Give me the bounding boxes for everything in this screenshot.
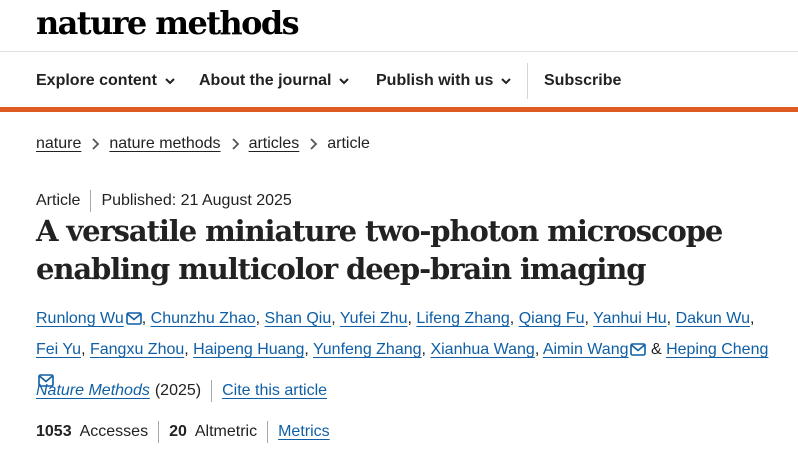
author-link[interactable]: Haipeng Huang bbox=[193, 341, 304, 358]
author-separator: , bbox=[184, 341, 189, 358]
author-link[interactable]: Aimin Wang bbox=[543, 341, 629, 358]
mail-icon[interactable] bbox=[125, 312, 142, 325]
author-link[interactable]: Yunfeng Zhang bbox=[313, 341, 422, 358]
chevron-right-icon bbox=[92, 138, 100, 150]
published-date: Published: 21 August 2025 bbox=[101, 192, 292, 209]
nav-subscribe-label: Subscribe bbox=[544, 72, 622, 89]
author-separator: , bbox=[749, 310, 755, 327]
article-type: Article bbox=[36, 192, 81, 209]
chevron-down-icon bbox=[501, 78, 512, 85]
journal-link[interactable]: Nature Methods bbox=[36, 382, 150, 400]
metrics-divider bbox=[158, 421, 160, 443]
journal-logo[interactable]: nature methods bbox=[36, 4, 300, 42]
mail-icon[interactable] bbox=[630, 343, 647, 356]
author-link[interactable]: Lifeng Zhang bbox=[416, 310, 509, 327]
accesses-count: 1053 bbox=[36, 423, 72, 440]
author-conjunction: & bbox=[650, 341, 662, 358]
author-separator: , bbox=[407, 310, 412, 327]
nav-explore-content[interactable]: Explore content bbox=[36, 72, 177, 90]
author-separator: , bbox=[666, 310, 672, 327]
article-title: A versatile miniature two-photon microsc… bbox=[36, 214, 723, 286]
breadcrumb-item-nature-methods[interactable]: nature methods bbox=[109, 135, 220, 153]
author-separator: , bbox=[584, 310, 589, 327]
nav-divider bbox=[527, 63, 528, 99]
author-separator: , bbox=[421, 341, 426, 358]
author-link[interactable]: Yufei Zhu bbox=[340, 310, 408, 327]
author-separator: , bbox=[255, 310, 261, 327]
author-separator: , bbox=[304, 341, 309, 358]
breadcrumb-item-articles[interactable]: articles bbox=[249, 135, 300, 153]
author-link[interactable]: Qiang Fu bbox=[519, 310, 585, 327]
author-link[interactable]: Shan Qiu bbox=[265, 310, 332, 327]
breadcrumb: nature nature methods articles article bbox=[36, 135, 370, 153]
nav-publish-label: Publish with us bbox=[376, 72, 494, 89]
author-separator: , bbox=[509, 310, 515, 327]
citation-divider bbox=[211, 380, 213, 402]
metrics-link[interactable]: Metrics bbox=[278, 423, 330, 441]
chevron-right-icon bbox=[310, 138, 318, 150]
brand-header: nature methods bbox=[0, 0, 798, 52]
chevron-down-icon bbox=[339, 78, 350, 85]
author-separator: , bbox=[534, 341, 540, 358]
nav-subscribe[interactable]: Subscribe bbox=[544, 72, 621, 90]
author-link[interactable]: Yanhui Hu bbox=[593, 310, 667, 327]
accesses-label: Accesses bbox=[79, 423, 149, 440]
citation-year: (2025) bbox=[154, 382, 202, 399]
chevron-down-icon bbox=[165, 78, 175, 85]
author-separator: , bbox=[141, 310, 147, 327]
nav-explore-label: Explore content bbox=[36, 72, 157, 89]
cite-this-article-link[interactable]: Cite this article bbox=[222, 382, 327, 400]
author-link[interactable]: Heping Cheng bbox=[666, 341, 768, 358]
author-separator: , bbox=[331, 310, 336, 327]
metrics-divider bbox=[267, 421, 269, 443]
altmetric-label: Altmetric bbox=[194, 423, 258, 440]
nav-publish-with-us[interactable]: Publish with us bbox=[376, 72, 513, 90]
author-separator: , bbox=[81, 341, 86, 358]
nav-about-label: About the journal bbox=[199, 72, 332, 89]
author-link[interactable]: Dakun Wu bbox=[676, 310, 750, 327]
author-link[interactable]: Fei Yu bbox=[36, 341, 81, 358]
main-nav: Explore content About the journal Publis… bbox=[0, 53, 798, 107]
article-metrics: 1053 Accesses 20 Altmetric Metrics bbox=[36, 421, 330, 443]
chevron-right-icon bbox=[231, 138, 239, 150]
breadcrumb-item-nature[interactable]: nature bbox=[36, 135, 81, 153]
nav-about-journal[interactable]: About the journal bbox=[199, 72, 351, 90]
author-link[interactable]: Xianhua Wang bbox=[430, 341, 534, 358]
citation-line: Nature Methods (2025) Cite this article bbox=[36, 380, 327, 402]
author-link[interactable]: Chunzhu Zhao bbox=[151, 310, 256, 327]
author-link[interactable]: Runlong Wu bbox=[36, 310, 124, 327]
meta-divider bbox=[90, 190, 92, 212]
author-link[interactable]: Fangxu Zhou bbox=[90, 341, 184, 358]
breadcrumb-current: article bbox=[327, 135, 370, 152]
article-meta: Article Published: 21 August 2025 bbox=[36, 190, 292, 212]
accent-bar bbox=[0, 107, 798, 112]
altmetric-count: 20 bbox=[169, 423, 187, 440]
